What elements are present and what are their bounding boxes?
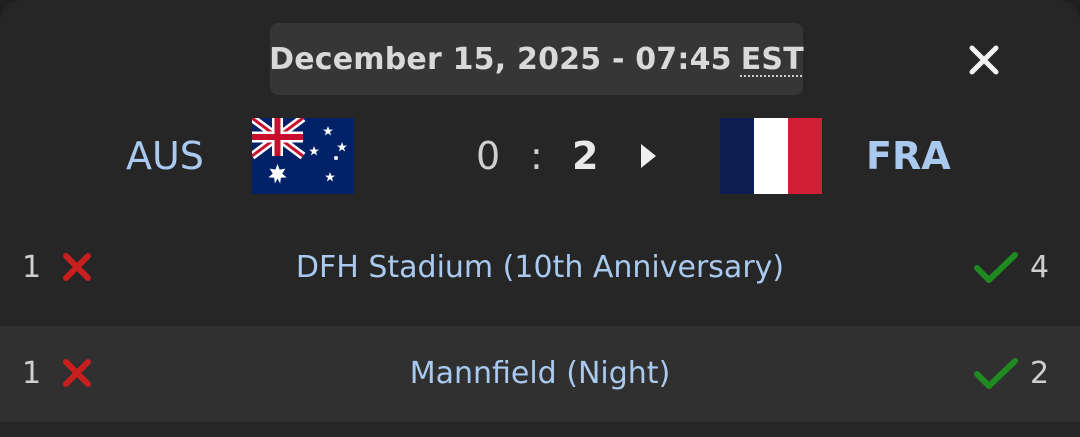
list-bottom-edge <box>0 422 1080 437</box>
australia-flag-icon <box>252 118 354 194</box>
close-icon[interactable] <box>964 40 1004 80</box>
map-away-score: 2 <box>1030 356 1050 391</box>
map-away-score: 4 <box>1030 250 1050 285</box>
timezone-label[interactable]: EST <box>741 42 804 77</box>
map-row[interactable]: 1 DFH Stadium (10th Anniversary) 4 <box>0 220 1080 316</box>
loss-x-icon <box>63 253 91 281</box>
away-score: 2 <box>572 134 599 178</box>
match-date: December 15, 2025 - 07:45 <box>269 41 732 77</box>
map-row[interactable]: 1 Mannfield (Night) 2 <box>0 326 1080 422</box>
map-name[interactable]: DFH Stadium (10th Anniversary) <box>150 220 930 316</box>
win-check-icon <box>974 252 1018 283</box>
home-score: 0 <box>476 134 501 178</box>
play-icon[interactable] <box>639 143 657 169</box>
away-team-code[interactable]: FRA <box>866 128 951 184</box>
france-flag-icon <box>720 118 822 194</box>
home-team-code[interactable]: AUS <box>126 128 204 184</box>
match-panel: December 15, 2025 - 07:45 EST AUS 0 : 2 … <box>0 0 1080 437</box>
map-home-score: 1 <box>22 250 42 285</box>
map-name[interactable]: Mannfield (Night) <box>150 326 930 422</box>
map-home-score: 1 <box>22 356 42 391</box>
score-separator: : <box>530 134 543 178</box>
loss-x-icon <box>63 359 91 387</box>
match-datetime: December 15, 2025 - 07:45 EST <box>269 23 804 95</box>
win-check-icon <box>974 358 1018 389</box>
